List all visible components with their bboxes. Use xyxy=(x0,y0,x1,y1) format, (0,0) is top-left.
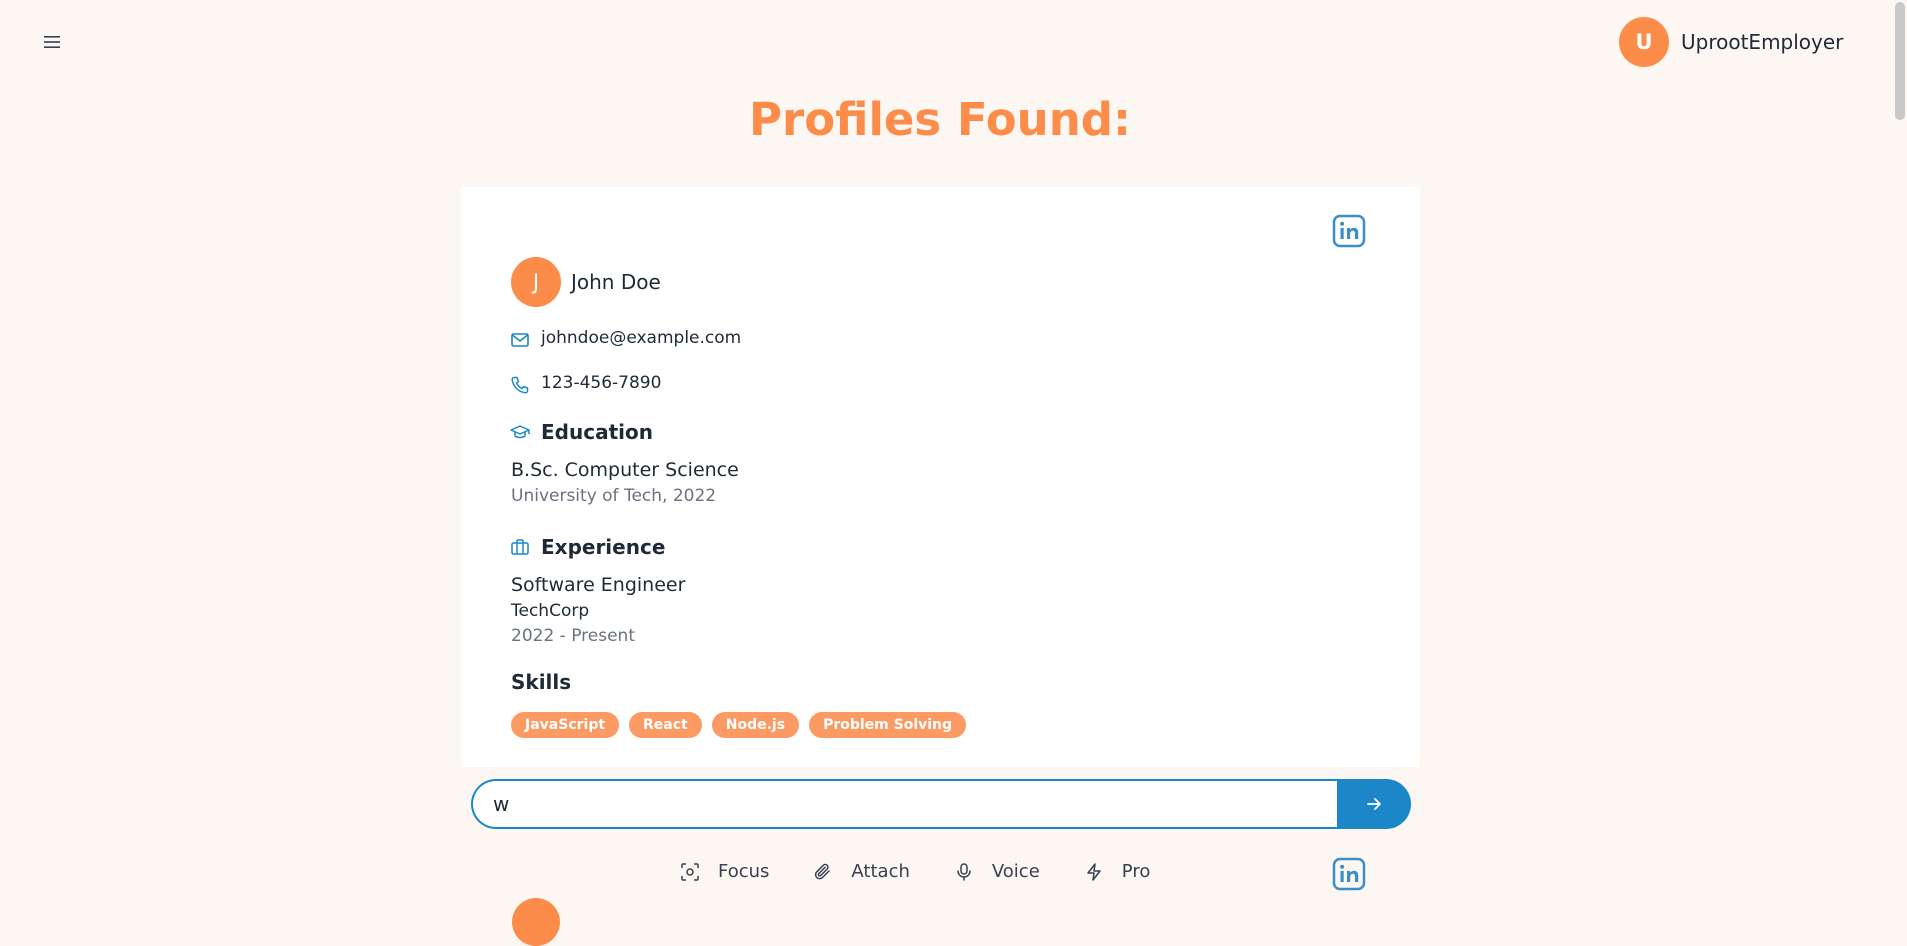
education-heading: Education xyxy=(541,420,653,444)
skill-tag: React xyxy=(629,712,702,738)
linkedin-button[interactable] xyxy=(1332,214,1366,248)
experience-heading: Experience xyxy=(541,535,666,559)
experience-company: TechCorp xyxy=(511,601,590,621)
focus-label: Focus xyxy=(718,861,770,882)
scrollbar-thumb[interactable] xyxy=(1895,2,1905,120)
voice-label: Voice xyxy=(991,861,1040,882)
chat-input-bar xyxy=(471,779,1411,829)
paperclip-icon xyxy=(815,863,831,879)
scrollbar[interactable] xyxy=(1892,0,1907,908)
menu-button[interactable] xyxy=(40,30,64,54)
skills-heading: Skills xyxy=(511,670,572,694)
hamburger-icon xyxy=(44,36,60,48)
focus-icon xyxy=(681,862,699,881)
profile-name: John Doe xyxy=(571,270,661,294)
linkedin-button[interactable] xyxy=(1332,857,1366,891)
education-degree: B.Sc. Computer Science xyxy=(511,459,739,481)
profile-email: johndoe@example.com xyxy=(541,328,742,348)
chat-input[interactable] xyxy=(471,779,1337,829)
lightning-icon xyxy=(1087,862,1101,881)
experience-title: Software Engineer xyxy=(511,574,686,596)
phone-icon xyxy=(510,375,530,395)
mail-icon xyxy=(510,330,530,350)
experience-period: 2022 - Present xyxy=(511,626,635,646)
microphone-icon xyxy=(957,862,971,881)
linkedin-icon xyxy=(1332,857,1366,891)
briefcase-icon xyxy=(510,537,530,557)
profile-phone: 123-456-7890 xyxy=(541,373,662,393)
voice-button[interactable]: Voice xyxy=(954,861,1040,882)
pro-button[interactable]: Pro xyxy=(1084,861,1151,882)
attach-button[interactable]: Attach xyxy=(813,861,910,882)
send-button[interactable] xyxy=(1337,779,1411,829)
skills-list: JavaScript React Node.js Problem Solving xyxy=(511,712,967,738)
page-title: Profiles Found: xyxy=(749,93,1131,146)
avatar: U xyxy=(1619,17,1669,67)
user-name: UprootEmployer xyxy=(1681,30,1844,54)
profile-avatar: J xyxy=(511,257,561,307)
skill-tag: Node.js xyxy=(711,712,800,738)
education-school: University of Tech, 2022 xyxy=(511,486,717,506)
attach-label: Attach xyxy=(851,861,910,882)
skill-tag: Problem Solving xyxy=(809,712,967,738)
pro-label: Pro xyxy=(1121,861,1151,882)
linkedin-icon xyxy=(1332,214,1366,248)
graduation-cap-icon xyxy=(510,422,530,442)
profile-card: J John Doe johndoe@example.com 123-456-7… xyxy=(461,187,1420,767)
user-menu[interactable]: U UprootEmployer xyxy=(1619,17,1843,67)
focus-button[interactable]: Focus xyxy=(680,861,769,882)
chat-toolbar: Focus Attach Voice Pro xyxy=(680,861,1194,882)
arrow-right-icon xyxy=(1367,798,1381,810)
skill-tag: JavaScript xyxy=(511,712,620,738)
next-profile-avatar xyxy=(512,898,560,946)
